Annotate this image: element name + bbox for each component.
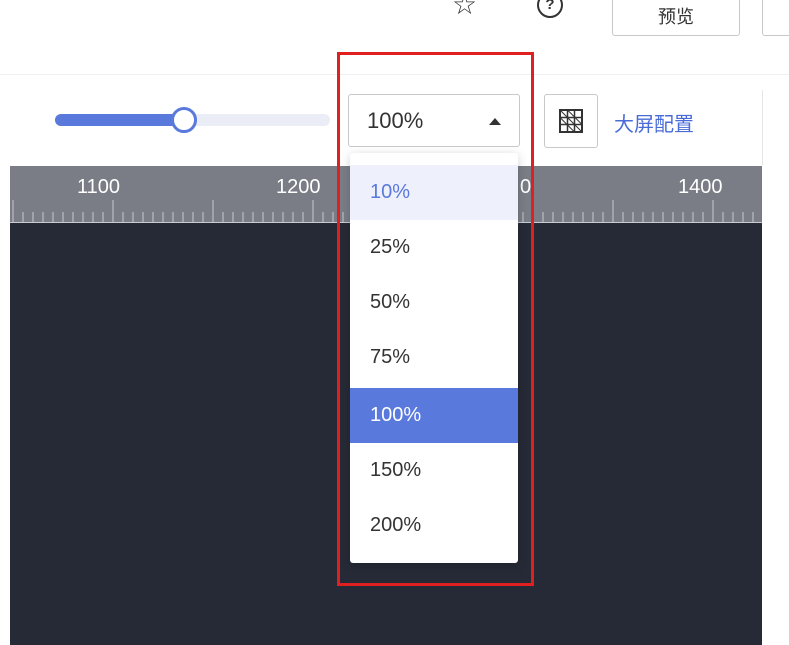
screen-config-link[interactable]: 大屏配置 — [614, 108, 694, 137]
ruler-label: 1400 — [678, 176, 723, 198]
ruler-label: 1200 — [276, 176, 321, 198]
grid-icon — [559, 109, 583, 133]
preview-button[interactable]: 预览 — [612, 0, 740, 36]
zoom-slider-fill — [55, 114, 184, 126]
divider — [762, 90, 763, 165]
help-icon[interactable]: ? — [537, 0, 563, 18]
ruler-label: 1100 — [77, 176, 121, 198]
highlight-box — [337, 52, 534, 586]
zoom-slider-thumb[interactable] — [171, 107, 197, 133]
grid-toggle-button[interactable] — [544, 94, 598, 148]
extra-button[interactable] — [762, 0, 789, 36]
star-icon[interactable]: ☆ — [452, 0, 477, 20]
